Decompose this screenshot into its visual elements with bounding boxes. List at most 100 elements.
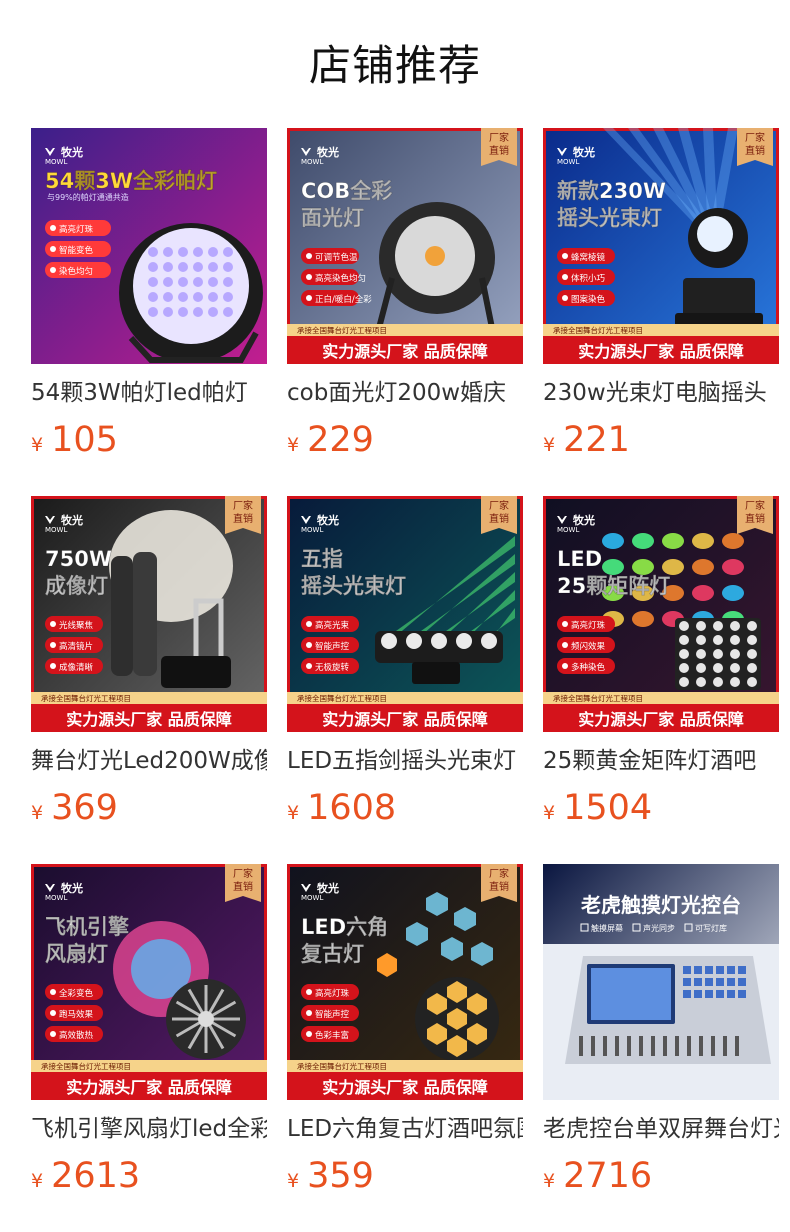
badge-text: 直销 bbox=[489, 512, 509, 525]
product-card[interactable]: 牧光 MOWL 厂家 直销 五指 摇头光束灯 高亮光束 智能声控 无极旋转 承接全国舞台灯光工程项… bbox=[287, 496, 523, 832]
badge-text: 厂家 bbox=[489, 131, 509, 144]
bullet-icon bbox=[50, 642, 56, 648]
bullet-icon bbox=[562, 663, 568, 669]
product-card[interactable]: 牧光 MOWL 厂家 直销 飞机引擎 风扇灯 全彩变色 跑马效果 高效散热 承接全国舞台灯光工程项… bbox=[31, 864, 267, 1200]
product-name[interactable]: 舞台灯光Led200W成像灯 bbox=[31, 746, 267, 776]
product-name[interactable]: LED六角复古灯酒吧氛围 bbox=[287, 1114, 523, 1144]
badge-text: 直销 bbox=[233, 512, 253, 525]
brand-logo-subtext: MOWL bbox=[45, 894, 67, 902]
feature-tag: 高亮灯珠 bbox=[59, 224, 94, 235]
feature-tag: 光线聚焦 bbox=[59, 620, 94, 631]
banner-small-text: 承接全国舞台灯光工程项目 bbox=[41, 693, 131, 703]
feature-tag: 体积小巧 bbox=[571, 273, 606, 284]
badge-text: 厂家 bbox=[233, 499, 253, 512]
currency-symbol: ¥ bbox=[287, 434, 300, 456]
product-image[interactable]: 牧光 MOWL 厂家 直销 LED 25颗矩阵灯 高亮灯珠 频闪效果 多种染色 承接全国舞台灯光工… bbox=[543, 496, 779, 732]
currency-symbol: ¥ bbox=[31, 802, 44, 824]
banner-text: 实力源头厂家 品质保障 bbox=[66, 1078, 232, 1097]
subline-text: 与99%的帕灯通通共造 bbox=[47, 192, 129, 202]
product-name[interactable]: 230w光束灯电脑摇头 bbox=[543, 378, 779, 408]
bullet-icon bbox=[50, 225, 56, 231]
feature-tag: 智能声控 bbox=[315, 1009, 350, 1020]
bullet-icon bbox=[306, 621, 312, 627]
product-name[interactable]: 25颗黄金矩阵灯酒吧 bbox=[543, 746, 779, 776]
bullet-icon bbox=[562, 295, 568, 301]
brand-logo-text: 牧光 bbox=[317, 881, 339, 895]
headline-text: 新款230W bbox=[557, 179, 666, 203]
product-image[interactable]: 牧光 MOWL 厂家 直销 飞机引擎 风扇灯 全彩变色 跑马效果 高效散热 承接全国舞台灯光工程项… bbox=[31, 864, 267, 1100]
banner-small-text: 承接全国舞台灯光工程项目 bbox=[553, 325, 643, 335]
product-card[interactable]: 老虎触摸灯光控台 触摸屏幕 声光同步 可写灯库 老虎控台单双屏舞台灯光 ¥2716 bbox=[543, 864, 779, 1200]
brand-logo-subtext: MOWL bbox=[45, 158, 67, 166]
feature-tag: 频闪效果 bbox=[571, 641, 606, 652]
headline-text: 25颗矩阵灯 bbox=[557, 574, 670, 598]
product-price: ¥1608 bbox=[287, 788, 396, 828]
feature-tag: 染色均匀 bbox=[59, 266, 93, 277]
brand-logo-text: 牧光 bbox=[317, 513, 339, 527]
feature-tag: 高亮灯珠 bbox=[315, 988, 350, 999]
product-image[interactable]: 牧光 MOWL 厂家 直销 COB全彩 面光灯 可调节色温 高亮染色均匀 正白/暖白/全彩 承接全… bbox=[287, 128, 523, 364]
product-card[interactable]: 牧光 MOWL 54颗3W全彩帕灯 与99%的帕灯通通共造 高亮灯珠 智能变色 染色均匀 54… bbox=[31, 128, 267, 464]
product-image[interactable]: 牧光 MOWL 厂家 直销 新款230W 摇头光束灯 蜂窝棱镜 体积小巧 图案染色 承接全国舞台灯… bbox=[543, 128, 779, 364]
product-price: ¥359 bbox=[287, 1156, 374, 1196]
feature-tag: 蜂窝棱镜 bbox=[571, 252, 606, 263]
feature-tag: 正白/暖白/全彩 bbox=[315, 294, 372, 305]
headline-text: 飞机引擎 bbox=[45, 915, 129, 939]
badge-text: 直销 bbox=[745, 144, 765, 157]
product-name[interactable]: LED五指剑摇头光束灯 bbox=[287, 746, 523, 776]
bullet-icon bbox=[306, 642, 312, 648]
brand-logo-text: 牧光 bbox=[61, 513, 83, 527]
feature-tag: 跑马效果 bbox=[59, 1009, 94, 1020]
price-value: 2716 bbox=[563, 1156, 653, 1196]
bullet-icon bbox=[50, 267, 56, 273]
banner-text: 实力源头厂家 品质保障 bbox=[322, 710, 488, 729]
headline-text: 老虎触摸灯光控台 bbox=[581, 893, 741, 917]
feature-tag: 可写灯库 bbox=[695, 923, 727, 933]
banner-small-text: 承接全国舞台灯光工程项目 bbox=[297, 693, 387, 703]
banner-text: 实力源头厂家 品质保障 bbox=[578, 710, 744, 729]
bullet-icon bbox=[50, 1031, 56, 1037]
product-card[interactable]: 牧光 MOWL 厂家 直销 LED 25颗矩阵灯 高亮灯珠 频闪效果 多种染色 承接全国舞台灯光工… bbox=[543, 496, 779, 832]
badge-text: 厂家 bbox=[233, 867, 253, 880]
banner-text: 实力源头厂家 品质保障 bbox=[322, 1078, 488, 1097]
feature-tag: 色彩丰富 bbox=[315, 1030, 349, 1041]
headline-text: 成像灯 bbox=[45, 574, 108, 598]
product-name[interactable]: 54颗3W帕灯led帕灯 bbox=[31, 378, 267, 408]
feature-tag: 全彩变色 bbox=[59, 988, 94, 999]
bullet-icon bbox=[50, 246, 56, 252]
bullet-icon bbox=[306, 1010, 312, 1016]
price-value: 2613 bbox=[51, 1156, 141, 1196]
badge-text: 厂家 bbox=[489, 867, 509, 880]
headline-text: 摇头光束灯 bbox=[557, 206, 662, 230]
headline-text: 面光灯 bbox=[301, 206, 364, 230]
product-card[interactable]: 牧光 MOWL 厂家 直销 750W 成像灯 光线聚焦 高清镜片 成像清晰 承接全国舞台灯光工程项… bbox=[31, 496, 267, 832]
product-name[interactable]: 老虎控台单双屏舞台灯光 bbox=[543, 1114, 779, 1144]
badge-text: 直销 bbox=[489, 880, 509, 893]
brand-logo-text: 牧光 bbox=[317, 145, 339, 159]
badge-text: 直销 bbox=[745, 512, 765, 525]
price-value: 1504 bbox=[563, 788, 653, 828]
product-image[interactable]: 牧光 MOWL 厂家 直销 LED六角 复古灯 高亮灯珠 智能声控 色彩丰富 承接全国舞台灯光工程… bbox=[287, 864, 523, 1100]
headline-text: 摇头光束灯 bbox=[301, 574, 406, 598]
product-illustration bbox=[109, 510, 233, 688]
product-image[interactable]: 牧光 MOWL 厂家 直销 750W 成像灯 光线聚焦 高清镜片 成像清晰 承接全国舞台灯光工程项… bbox=[31, 496, 267, 732]
bullet-icon bbox=[306, 274, 312, 280]
product-card[interactable]: 牧光 MOWL 厂家 直销 新款230W 摇头光束灯 蜂窝棱镜 体积小巧 图案染色 承接全国舞台灯… bbox=[543, 128, 779, 464]
feature-tag: 智能变色 bbox=[59, 245, 94, 256]
currency-symbol: ¥ bbox=[543, 802, 556, 824]
product-image[interactable]: 牧光 MOWL 厂家 直销 五指 摇头光束灯 高亮光束 智能声控 无极旋转 承接全国舞台灯光工程项… bbox=[287, 496, 523, 732]
bullet-icon bbox=[306, 295, 312, 301]
product-image[interactable]: 老虎触摸灯光控台 触摸屏幕 声光同步 可写灯库 bbox=[543, 864, 779, 1100]
currency-symbol: ¥ bbox=[31, 1170, 44, 1192]
brand-logo-text: 牧光 bbox=[61, 881, 83, 895]
product-price: ¥229 bbox=[287, 420, 374, 460]
feature-tag: 图案染色 bbox=[571, 294, 606, 305]
product-name[interactable]: 飞机引擎风扇灯led全彩 bbox=[31, 1114, 267, 1144]
currency-symbol: ¥ bbox=[31, 434, 44, 456]
feature-tag: 高效散热 bbox=[59, 1030, 94, 1041]
product-name[interactable]: cob面光灯200w婚庆 bbox=[287, 378, 523, 408]
product-card[interactable]: 牧光 MOWL 厂家 直销 LED六角 复古灯 高亮灯珠 智能声控 色彩丰富 承接全国舞台灯光工程… bbox=[287, 864, 523, 1200]
product-image[interactable]: 牧光 MOWL 54颗3W全彩帕灯 与99%的帕灯通通共造 高亮灯珠 智能变色 染色均匀 bbox=[31, 128, 267, 364]
product-card[interactable]: 牧光 MOWL 厂家 直销 COB全彩 面光灯 可调节色温 高亮染色均匀 正白/暖白/全彩 承接全… bbox=[287, 128, 523, 464]
headline-text: LED bbox=[557, 547, 602, 571]
